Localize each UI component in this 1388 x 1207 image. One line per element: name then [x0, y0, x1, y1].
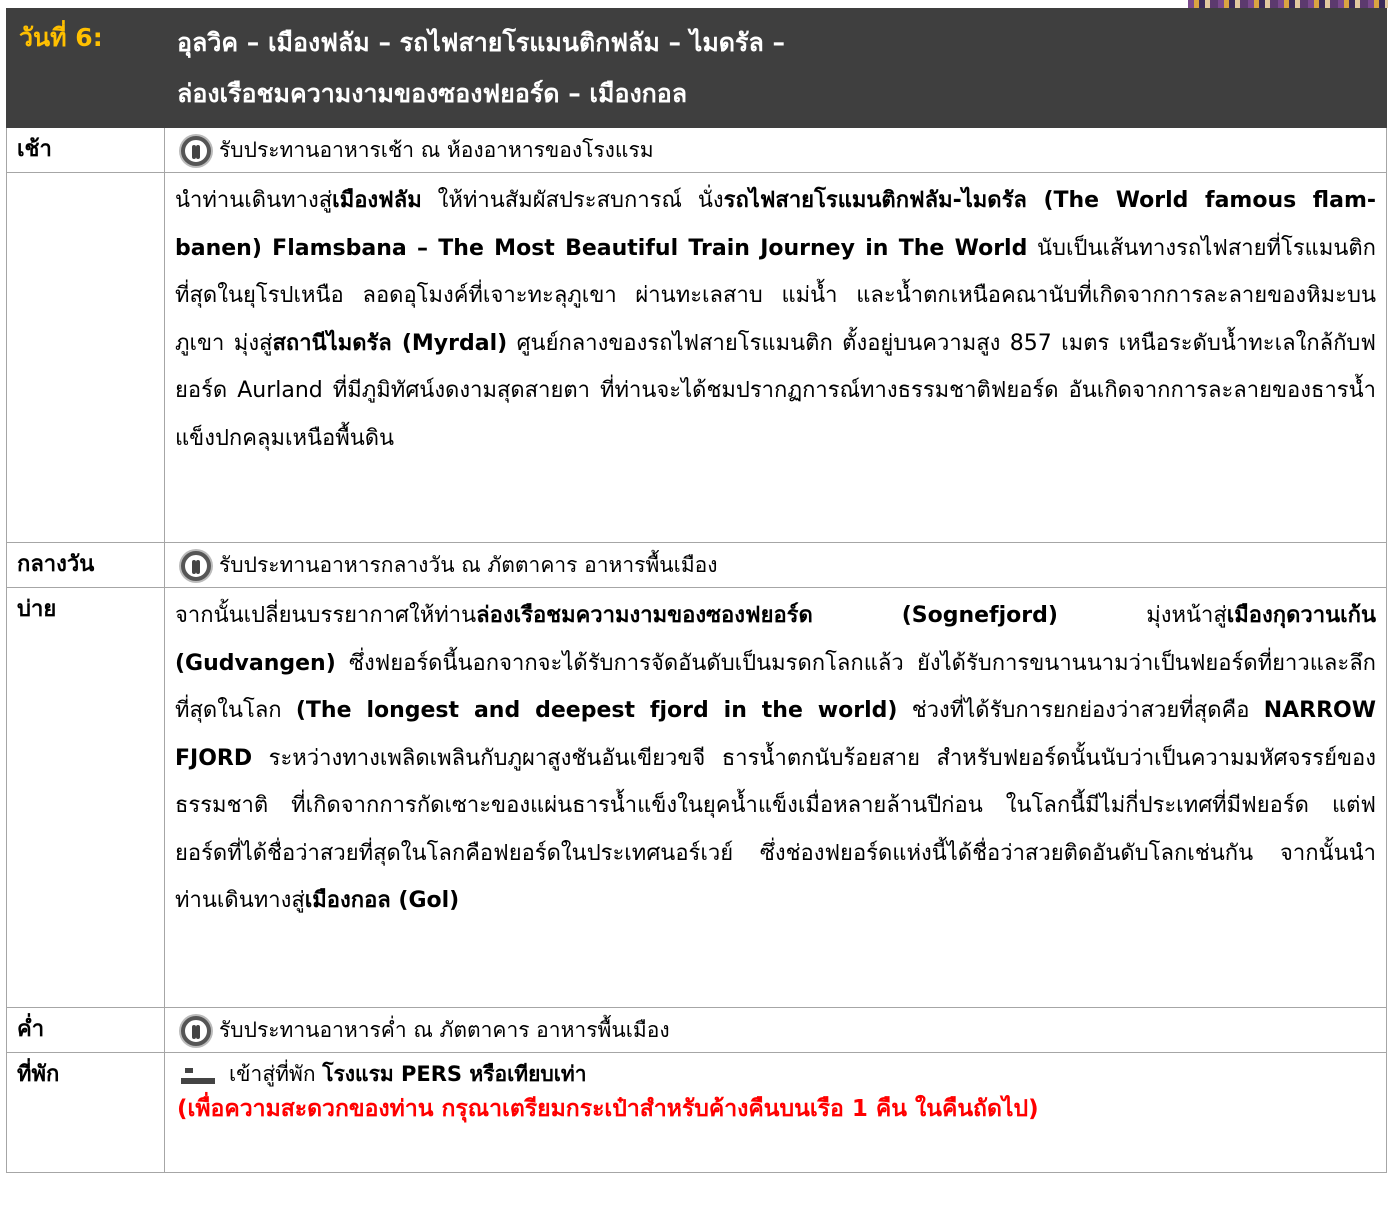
- sognefjord-cruise-highlight: ล่องเรือชมความงามของซองฟยอร์ด (Sognefjor…: [476, 603, 1058, 628]
- meal-icon: [181, 551, 211, 581]
- text-segment: ให้ท่านสัมผัสประสบการณ์ นั่ง: [421, 188, 724, 213]
- day-title: อุลวิค – เมืองฟลัม – รถไฟสายโรแมนติกฟลัม…: [165, 9, 1386, 127]
- hotel-line: เข้าสู่ที่พัก โรงแรม PERS หรือเทียบเท่า: [177, 1059, 1374, 1089]
- accommodation-row: ที่พัก เข้าสู่ที่พัก โรงแรม PERS หรือเที…: [6, 1052, 1387, 1173]
- text-segment: มุ่งหน้าสู่: [1057, 603, 1227, 628]
- text-segment: ช่วงที่ได้รับการยกย่องว่าสวยที่สุดคือ: [897, 698, 1264, 723]
- dinner-row: ค่ำ รับประทานอาหารค่ำ ณ ภัตตาคาร อาหารพื…: [6, 1007, 1387, 1053]
- breakfast-text: รับประทานอาหารเช้า ณ ห้องอาหารของโรงแรม: [219, 138, 654, 162]
- dinner-label: ค่ำ: [17, 1017, 45, 1042]
- itinerary-table: วันที่ 6: อุลวิค – เมืองฟลัม – รถไฟสายโร…: [6, 8, 1387, 1173]
- day-title-line1: อุลวิค – เมืองฟลัม – รถไฟสายโรแมนติกฟลัม…: [177, 28, 785, 57]
- flam-town-highlight: เมืองฟลัม: [332, 188, 422, 213]
- hotel-name: โรงแรม PERS หรือเทียบเท่า: [322, 1062, 587, 1086]
- empty-label-cell: [6, 172, 165, 543]
- morning-row: เช้า รับประทานอาหารเช้า ณ ห้องอาหารของโร…: [6, 127, 1387, 173]
- lunch-row: กลางวัน รับประทานอาหารกลางวัน ณ ภัตตาคาร…: [6, 542, 1387, 588]
- meal-icon: [181, 136, 211, 166]
- text-segment: นำท่านเดินทางสู่: [175, 188, 333, 213]
- day-title-line2: ล่องเรือชมความงามของซองฟยอร์ด – เมืองกอล: [177, 79, 688, 108]
- morning-activity-row: นำท่านเดินทางสู่เมืองฟลัม ให้ท่านสัมผัสป…: [6, 172, 1387, 543]
- myrdal-station-highlight: สถานีไมดรัล (Myrdal): [272, 330, 508, 356]
- longest-fjord-highlight: (The longest and deepest fjord in the wo…: [295, 698, 898, 723]
- overnight-bag-note: (เพื่อความสะดวกของท่าน กรุณาเตรียมกระเป๋…: [177, 1096, 1039, 1122]
- morning-label: เช้า: [17, 137, 52, 162]
- day-label-cell: วันที่ 6:: [6, 8, 165, 128]
- dinner-text: รับประทานอาหารค่ำ ณ ภัตตาคาร อาหารพื้นเม…: [219, 1018, 670, 1042]
- day-label: วันที่ 6:: [19, 23, 103, 52]
- meal-icon: [181, 1016, 211, 1046]
- lunch-label: กลางวัน: [17, 552, 95, 577]
- flam-railway-paragraph: นำท่านเดินทางสู่เมืองฟลัม ให้ท่านสัมผัสป…: [165, 173, 1386, 466]
- header-photo-strip: [1188, 0, 1388, 8]
- accommodation-block: เข้าสู่ที่พัก โรงแรม PERS หรือเทียบเท่า …: [165, 1053, 1386, 1135]
- day-title-cell: อุลวิค – เมืองฟลัม – รถไฟสายโรแมนติกฟลัม…: [164, 8, 1387, 128]
- text-segment: จากนั้นเปลี่ยนบรรยากาศให้ท่าน: [175, 603, 477, 628]
- afternoon-row: บ่าย จากนั้นเปลี่ยนบรรยากาศให้ท่านล่องเร…: [6, 587, 1387, 1008]
- afternoon-label: บ่าย: [17, 597, 57, 622]
- bed-icon: [181, 1066, 215, 1084]
- accommodation-label: ที่พัก: [17, 1062, 60, 1087]
- hotel-intro-text: เข้าสู่ที่พัก: [229, 1062, 323, 1086]
- breakfast-line: รับประทานอาหารเช้า ณ ห้องอาหารของโรงแรม: [165, 128, 1386, 172]
- lunch-text: รับประทานอาหารกลางวัน ณ ภัตตาคาร อาหารพื…: [219, 553, 718, 577]
- sognefjord-paragraph: จากนั้นเปลี่ยนบรรยากาศให้ท่านล่องเรือชมค…: [165, 588, 1386, 929]
- lunch-line: รับประทานอาหารกลางวัน ณ ภัตตาคาร อาหารพื…: [165, 543, 1386, 587]
- day-header-row: วันที่ 6: อุลวิค – เมืองฟลัม – รถไฟสายโร…: [6, 8, 1387, 128]
- gol-town-highlight: เมืองกอล (Gol): [304, 888, 460, 913]
- dinner-line: รับประทานอาหารค่ำ ณ ภัตตาคาร อาหารพื้นเม…: [165, 1008, 1386, 1052]
